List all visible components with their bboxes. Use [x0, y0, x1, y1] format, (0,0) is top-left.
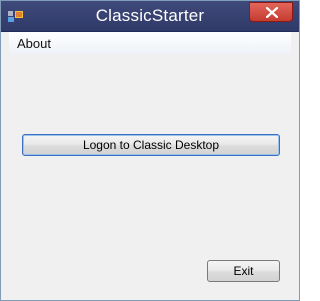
- menu-item-about[interactable]: About: [17, 36, 51, 51]
- title-bar[interactable]: ClassicStarter: [1, 1, 299, 32]
- menu-bar: About: [9, 32, 291, 54]
- close-button[interactable]: [249, 2, 293, 22]
- exit-button[interactable]: Exit: [207, 260, 280, 282]
- client-area: About Logon to Classic Desktop Exit: [9, 32, 291, 292]
- close-icon: [266, 7, 278, 18]
- logon-classic-desktop-button[interactable]: Logon to Classic Desktop: [22, 134, 280, 156]
- app-window: ClassicStarter About Logon to Classic De…: [0, 0, 300, 301]
